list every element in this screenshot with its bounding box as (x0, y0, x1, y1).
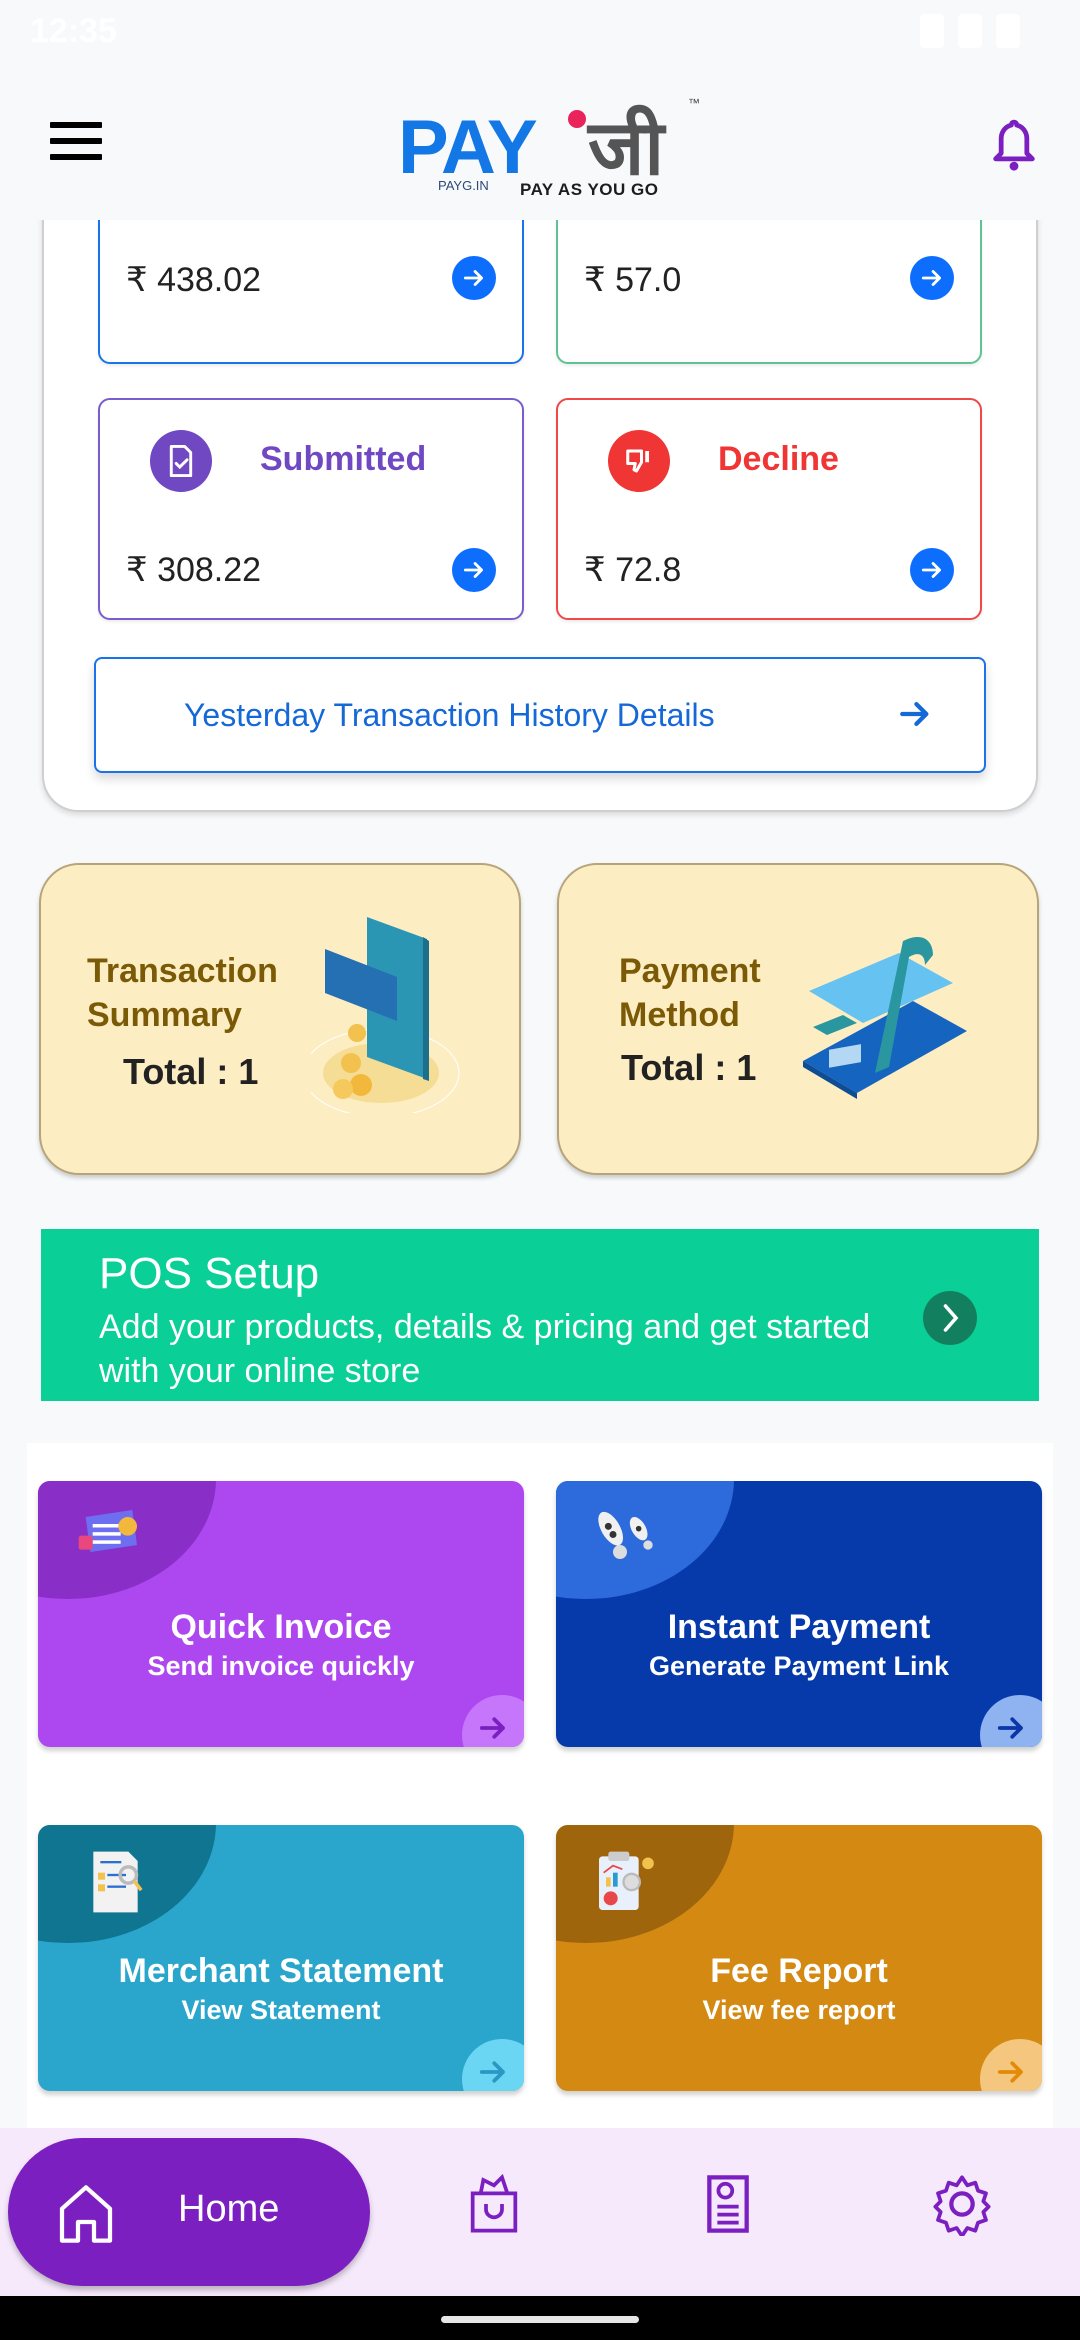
home-gesture-handle[interactable] (441, 2316, 639, 2323)
action-subtitle: View fee report (702, 1995, 896, 2025)
action-subtitle: View Statement (181, 1995, 381, 2025)
shopping-bag-icon[interactable] (462, 2172, 526, 2236)
action-title: Instant Payment (667, 1608, 931, 1646)
status-amount: ₹ 72.8 (584, 551, 682, 589)
action-title: Merchant Statement (118, 1952, 444, 1990)
battery-icon (996, 14, 1020, 48)
invoice-icon (78, 1510, 137, 1552)
logo-domain: PAYG.IN (438, 178, 489, 193)
logo-trademark: ™ (688, 96, 700, 110)
chevron-right-icon[interactable] (923, 1291, 977, 1345)
document-check-icon (150, 430, 212, 492)
pos-title: POS Setup (99, 1249, 320, 1298)
quick-invoice-card[interactable]: Quick Invoice Send invoice quickly (38, 1481, 524, 1747)
signal-icon (958, 14, 982, 48)
home-icon (59, 2185, 113, 2243)
tile-title: Payment Method (619, 952, 761, 1034)
card-receipt-illustration (803, 936, 967, 1099)
thumbs-down-icon (608, 430, 670, 492)
instant-payment-card[interactable]: Instant Payment Generate Payment Link (556, 1481, 1042, 1747)
hamburger-menu-icon[interactable] (50, 122, 102, 162)
status-amount: ₹ 308.22 (126, 551, 262, 589)
status-card-submitted[interactable]: Submitted ₹ 308.22 (98, 398, 524, 620)
rocket-icon (598, 1511, 653, 1559)
action-title: Quick Invoice (170, 1608, 392, 1646)
status-label: Decline (718, 440, 839, 478)
arrow-right-icon[interactable] (910, 256, 954, 300)
status-icons (920, 14, 1020, 48)
report-icon (599, 1851, 654, 1910)
arrow-right-icon[interactable] (980, 1695, 1042, 1747)
merchant-statement-card[interactable]: Merchant Statement View Statement (38, 1825, 524, 2091)
logo-dot (568, 110, 586, 128)
tile-total: Total : 1 (621, 1047, 757, 1088)
app-header: PAY जी ™ PAYG.IN PAY AS YOU GO (0, 66, 1080, 220)
arrow-right-icon (900, 701, 929, 727)
pos-setup-banner[interactable]: POS Setup Add your products, details & p… (41, 1229, 1039, 1401)
receipt-icon[interactable] (696, 2172, 760, 2236)
wifi-icon (920, 14, 944, 48)
statement-icon (93, 1851, 143, 1913)
yesterday-history-button[interactable]: Yesterday Transaction History Details (94, 657, 986, 773)
action-subtitle: Generate Payment Link (648, 1651, 950, 1681)
quick-actions-panel: Quick Invoice Send invoice quickly Insta… (27, 1443, 1053, 2143)
tile-total: Total : 1 (123, 1051, 259, 1092)
history-button-label: Yesterday Transaction History Details (184, 696, 715, 733)
pos-description: Add your products, details & pricing and… (99, 1308, 871, 1390)
phone-card-coins-illustration (311, 917, 460, 1113)
status-card-decline[interactable]: Decline ₹ 72.8 (556, 398, 982, 620)
arrow-right-icon[interactable] (910, 548, 954, 592)
nav-home[interactable]: Home (8, 2138, 370, 2286)
system-navigation-bar (0, 2296, 1080, 2340)
status-bar: 12:35 (0, 0, 1080, 66)
status-time: 12:35 (30, 12, 117, 50)
nav-home-label: Home (178, 2188, 280, 2230)
status-amount: ₹ 438.02 (126, 261, 262, 299)
bottom-navigation: Home (0, 2128, 1080, 2296)
bell-icon[interactable] (992, 118, 1036, 174)
payment-method-tile[interactable]: Payment Method Total : 1 (557, 863, 1039, 1175)
arrow-right-icon[interactable] (462, 2039, 524, 2091)
action-title: Fee Report (710, 1952, 888, 1990)
tile-title: Transaction Summary (87, 952, 278, 1034)
settings-gear-icon[interactable] (930, 2172, 994, 2236)
arrow-right-icon[interactable] (980, 2039, 1042, 2091)
transaction-summary-tile[interactable]: Transaction Summary Total : 1 (39, 863, 521, 1175)
arrow-right-icon[interactable] (462, 1695, 524, 1747)
logo-tagline: PAY AS YOU GO (520, 180, 659, 199)
action-subtitle: Send invoice quickly (147, 1651, 415, 1681)
arrow-right-icon[interactable] (452, 548, 496, 592)
status-amount: ₹ 57.0 (584, 261, 682, 299)
fee-report-card[interactable]: Fee Report View fee report (556, 1825, 1042, 2091)
status-label: Submitted (260, 440, 427, 478)
payji-logo: PAY जी ™ PAYG.IN PAY AS YOU GO (398, 88, 708, 208)
arrow-right-icon[interactable] (452, 256, 496, 300)
